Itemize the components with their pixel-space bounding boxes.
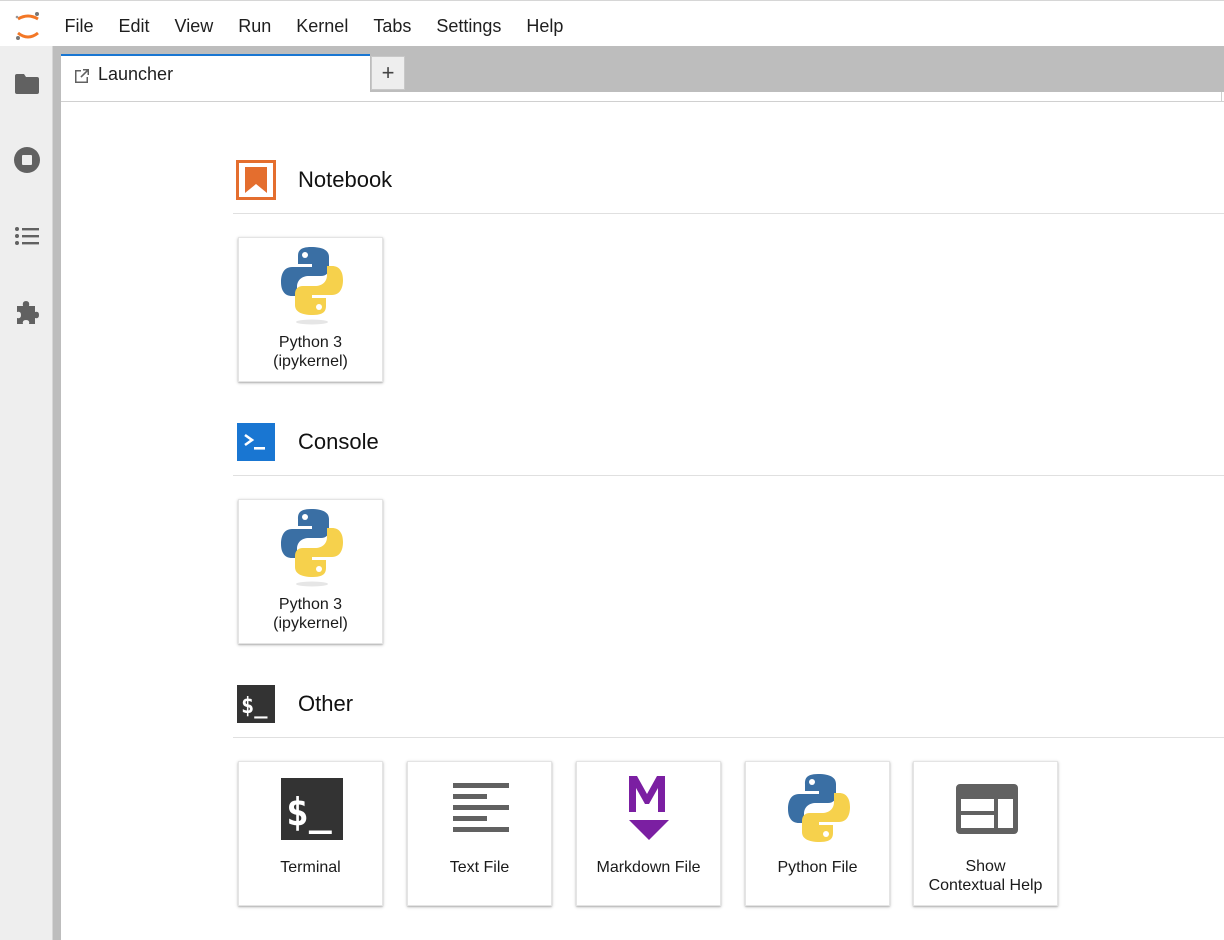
contextual-help-icon xyxy=(954,776,1020,842)
card-label-line2: (ipykernel) xyxy=(273,353,348,370)
terminal-section-icon: $_ xyxy=(236,684,276,724)
menu-kernel[interactable]: Kernel xyxy=(284,1,361,51)
card-label: Python File xyxy=(748,858,887,877)
contextual-help-card[interactable]: Show Contextual Help xyxy=(913,761,1058,906)
tab-label: Launcher xyxy=(98,64,174,84)
notebook-icon xyxy=(236,160,276,200)
extension-icon[interactable] xyxy=(13,298,41,326)
menu-edit[interactable]: Edit xyxy=(106,1,162,51)
python-icon xyxy=(279,509,345,587)
notebook-section-header: Notebook xyxy=(236,160,392,200)
launcher-icon xyxy=(75,69,89,83)
card-label-line1: Text File xyxy=(449,859,510,876)
section-divider xyxy=(233,213,1224,214)
left-sidebar xyxy=(0,46,53,940)
menu-help[interactable]: Help xyxy=(514,1,576,51)
card-label: Python 3 (ipykernel) xyxy=(241,595,380,633)
card-label-line1: Show xyxy=(965,858,1006,875)
python-icon xyxy=(279,247,345,325)
console-section-header: Console xyxy=(236,422,379,462)
text-file-card[interactable]: Text File xyxy=(407,761,552,906)
card-label: Markdown File xyxy=(579,858,718,877)
card-label: Show Contextual Help xyxy=(916,857,1055,895)
svg-text:$_: $_ xyxy=(241,694,268,719)
menu-settings[interactable]: Settings xyxy=(424,1,514,51)
terminal-card[interactable]: $_ Terminal xyxy=(238,761,383,906)
menu-view[interactable]: View xyxy=(162,1,226,51)
folder-icon[interactable] xyxy=(13,70,41,98)
menu-tabs[interactable]: Tabs xyxy=(361,1,424,51)
svg-text:$_: $_ xyxy=(286,790,332,834)
tab-bar: Launcher + xyxy=(61,46,1224,104)
card-label-line2: (ipykernel) xyxy=(273,615,348,632)
launcher-panel: Notebook Python 3 (ipykernel) Console Py… xyxy=(61,102,1224,940)
card-label-line1: Python 3 xyxy=(278,334,343,351)
terminal-icon: $_ xyxy=(279,776,345,842)
card-label-line1: Markdown File xyxy=(596,859,701,876)
table-of-contents-icon[interactable] xyxy=(13,222,41,250)
menu-file[interactable]: File xyxy=(52,1,106,51)
card-label-line2: Contextual Help xyxy=(928,877,1043,894)
card-label: Text File xyxy=(410,858,549,877)
sidebar-splitter[interactable] xyxy=(53,46,61,940)
console-icon xyxy=(236,422,276,462)
menu-items: File Edit View Run Kernel Tabs Settings … xyxy=(52,1,576,51)
text-file-icon xyxy=(448,776,514,842)
console-python3-card[interactable]: Python 3 (ipykernel) xyxy=(238,499,383,644)
other-section-header: $_ Other xyxy=(236,684,353,724)
markdown-icon xyxy=(617,776,683,842)
other-section-title: Other xyxy=(298,691,354,716)
console-section-title: Console xyxy=(298,429,379,454)
running-sessions-icon[interactable] xyxy=(13,146,41,174)
card-label: Python 3 (ipykernel) xyxy=(241,333,380,371)
card-label: Terminal xyxy=(241,858,380,877)
card-label-line1: Terminal xyxy=(280,859,341,876)
menu-run[interactable]: Run xyxy=(226,1,284,51)
markdown-file-card[interactable]: Markdown File xyxy=(576,761,721,906)
section-divider xyxy=(233,737,1224,738)
card-label-line1: Python 3 xyxy=(278,596,343,613)
notebook-section-title: Notebook xyxy=(298,167,393,192)
card-label-line1: Python File xyxy=(777,859,858,876)
tab-launcher[interactable]: Launcher xyxy=(61,54,370,104)
python-icon xyxy=(786,774,852,842)
python-file-card[interactable]: Python File xyxy=(745,761,890,906)
notebook-python3-card[interactable]: Python 3 (ipykernel) xyxy=(238,237,383,382)
jupyter-logo-icon[interactable] xyxy=(10,9,46,45)
add-tab-button[interactable]: + xyxy=(371,56,405,90)
section-divider xyxy=(233,475,1224,476)
menu-bar: File Edit View Run Kernel Tabs Settings … xyxy=(0,0,1224,51)
